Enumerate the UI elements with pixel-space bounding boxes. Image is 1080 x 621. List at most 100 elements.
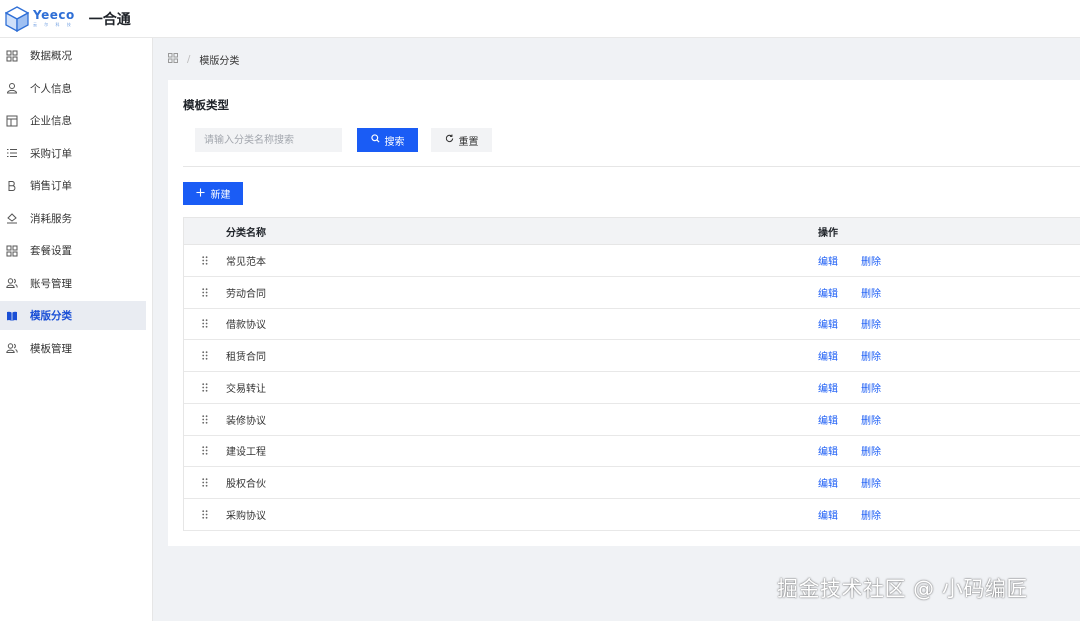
sidebar-item-label: 数据概况 [30, 50, 72, 62]
users-icon [6, 342, 18, 354]
delete-link[interactable]: 删除 [861, 412, 881, 427]
search-input[interactable] [195, 128, 342, 152]
sidebar-item-label: 个人信息 [30, 82, 72, 95]
sidebar-item-label: 模板管理 [30, 342, 72, 355]
sidebar-item[interactable]: 模板管理 [0, 334, 146, 363]
category-name: 装修协议 [226, 415, 266, 427]
drag-handle-icon[interactable] [184, 287, 226, 297]
drag-handle-icon[interactable] [184, 383, 226, 392]
column-header-name: 分类名称 [226, 227, 266, 239]
table-body: 常见范本 编辑 删除 劳动合同 编辑 删除 借款协议 编辑 删除 租赁合同 编辑 删除 交易转让 编辑 删除… [184, 245, 1080, 531]
breadcrumb-current: 模版分类 [199, 55, 240, 67]
sidebar-item[interactable]: 消耗服务 [0, 204, 146, 233]
edit-link[interactable]: 编辑 [818, 316, 838, 331]
sidebar-item[interactable]: 账号管理 [0, 269, 146, 298]
sidebar-item-label: 消耗服务 [30, 212, 72, 225]
list-icon [6, 147, 18, 159]
book-icon [6, 310, 18, 322]
new-button-label: 新建 [210, 190, 231, 201]
apps-grid-icon [6, 245, 18, 257]
refresh-icon [445, 134, 454, 146]
category-name: 交易转让 [226, 383, 266, 395]
category-name: 建设工程 [226, 447, 266, 459]
category-table: 分类名称 操作 常见范本 编辑 删除 劳动合同 编辑 删除 借款协议 编辑 删除 租赁合同 编辑 删除… [183, 217, 1080, 531]
delete-link[interactable]: 删除 [861, 443, 881, 458]
row-actions: 编辑 删除 [818, 380, 881, 395]
drag-handle-icon[interactable] [184, 478, 226, 487]
table-row: 借款协议 编辑 删除 [184, 309, 1080, 341]
top-header: Yeeco 云 尔 科 技 一合通 [0, 0, 1080, 38]
drag-handle-icon[interactable] [184, 256, 226, 265]
table-row: 装修协议 编辑 删除 [184, 404, 1080, 436]
reset-button-label: 重置 [458, 136, 479, 148]
sidebar-item-label: 模版分类 [30, 310, 72, 322]
sidebar-item[interactable]: 模版分类 [0, 301, 146, 330]
sidebar-item[interactable]: 套餐设置 [0, 236, 146, 265]
table-row: 常见范本 编辑 删除 [184, 245, 1080, 277]
edit-link[interactable]: 编辑 [818, 285, 838, 300]
sidebar-item-label: 销售订单 [30, 180, 72, 192]
sidebar-item[interactable]: 采购订单 [0, 139, 146, 168]
home-grid-icon[interactable] [168, 52, 178, 66]
sidebar-item[interactable]: 销售订单 [0, 171, 146, 200]
table-row: 采购协议 编辑 删除 [184, 499, 1080, 531]
watermark: 掘金技术社区 @ 小码编匠 [777, 577, 1028, 601]
fill-bucket-icon [6, 212, 18, 224]
category-name: 借款协议 [226, 320, 266, 332]
sidebar-item-label: 企业信息 [30, 115, 72, 127]
delete-link[interactable]: 删除 [861, 253, 881, 268]
search-icon [370, 134, 380, 146]
search-button[interactable]: 搜索 [357, 128, 418, 152]
plus-icon [195, 187, 205, 200]
delete-link[interactable]: 删除 [861, 316, 881, 331]
drag-handle-icon[interactable] [184, 319, 226, 329]
sidebar-item[interactable]: 企业信息 [0, 106, 146, 135]
row-actions: 编辑 删除 [818, 253, 881, 268]
reset-button[interactable]: 重置 [431, 128, 492, 152]
category-name: 采购协议 [226, 510, 266, 522]
bold-b-icon [6, 180, 18, 192]
edit-link[interactable]: 编辑 [818, 380, 838, 395]
breadcrumb: / 模版分类 [168, 48, 239, 70]
drag-handle-icon[interactable] [184, 446, 226, 456]
row-actions: 编辑 删除 [818, 507, 881, 522]
edit-link[interactable]: 编辑 [818, 253, 838, 268]
main-card: 模板类型 搜索 重置 新建 分类名称 操作 常见范本编辑删除劳动合同编辑删除借款… [168, 80, 1080, 546]
edit-link[interactable]: 编辑 [818, 475, 838, 490]
category-name: 租赁合同 [226, 352, 266, 364]
drag-handle-icon[interactable] [184, 351, 226, 360]
table-row: 股权合伙 编辑 删除 [184, 467, 1080, 499]
logo-word: Yeeco [33, 8, 75, 22]
sidebar-item-label: 套餐设置 [30, 245, 72, 257]
drag-handle-icon[interactable] [184, 414, 226, 424]
app-title: 一合通 [88, 11, 131, 28]
search-button-label: 搜索 [384, 136, 405, 148]
layout-icon [6, 115, 18, 127]
divider [183, 166, 1080, 167]
row-actions: 编辑 删除 [818, 475, 881, 490]
drag-handle-icon[interactable] [184, 510, 226, 519]
column-header-ops: 操作 [818, 227, 838, 239]
row-actions: 编辑 删除 [818, 412, 881, 427]
edit-link[interactable]: 编辑 [818, 348, 838, 363]
logo-subtitle: 云 尔 科 技 [33, 22, 74, 27]
delete-link[interactable]: 删除 [861, 507, 881, 522]
table-row: 劳动合同 编辑 删除 [184, 277, 1080, 309]
row-actions: 编辑 删除 [818, 316, 881, 331]
sidebar-item[interactable]: 数据概况 [0, 41, 146, 70]
edit-link[interactable]: 编辑 [818, 443, 838, 458]
delete-link[interactable]: 删除 [861, 348, 881, 363]
delete-link[interactable]: 删除 [861, 475, 881, 490]
breadcrumb-separator: / [187, 53, 191, 65]
new-button[interactable]: 新建 [183, 182, 243, 205]
logo: Yeeco 云 尔 科 技 [33, 9, 75, 28]
table-row: 租赁合同 编辑 删除 [184, 340, 1080, 372]
sidebar-item[interactable]: 个人信息 [0, 74, 146, 103]
category-name: 常见范本 [226, 256, 266, 268]
section-title: 模板类型 [183, 98, 229, 112]
delete-link[interactable]: 删除 [861, 380, 881, 395]
edit-link[interactable]: 编辑 [818, 507, 838, 522]
delete-link[interactable]: 删除 [861, 285, 881, 300]
table-row: 建设工程 编辑 删除 [184, 436, 1080, 468]
edit-link[interactable]: 编辑 [818, 412, 838, 427]
